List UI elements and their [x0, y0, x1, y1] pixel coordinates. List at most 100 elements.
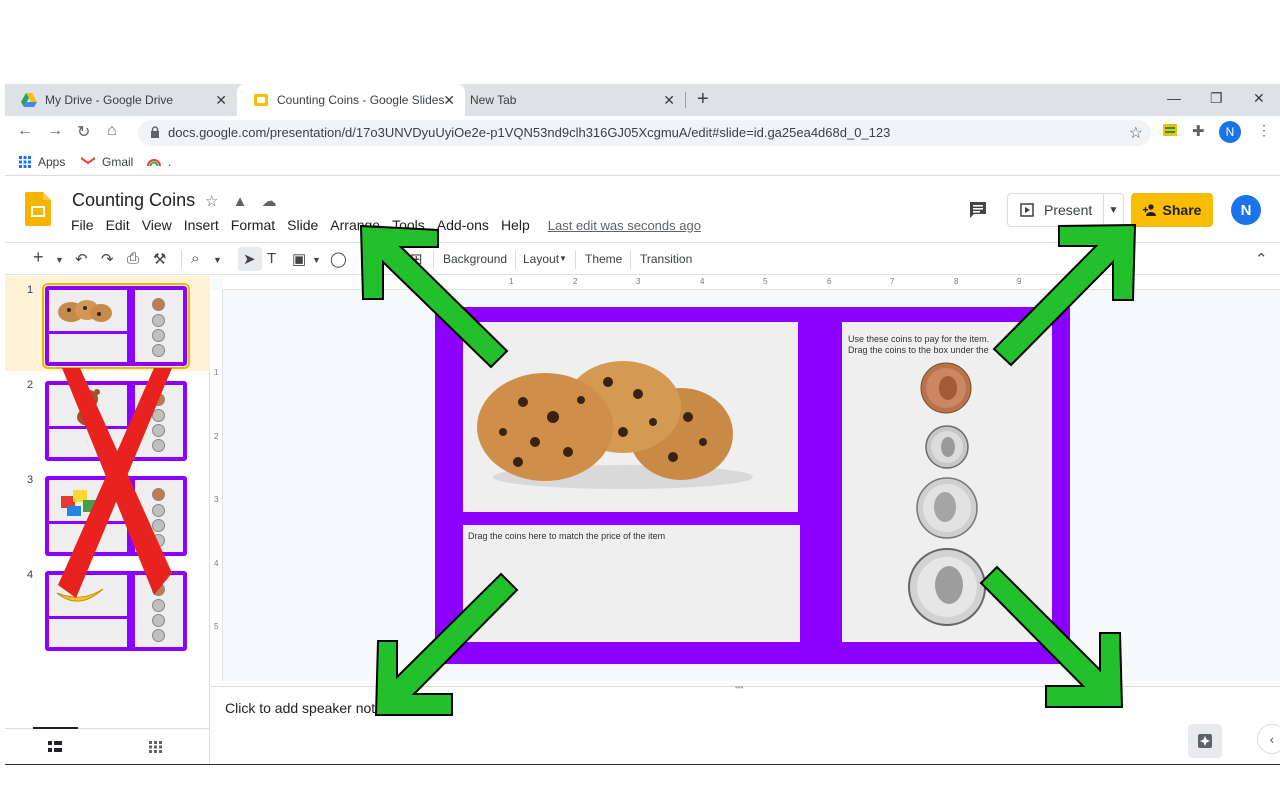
- zoom-icon[interactable]: ⌕: [191, 250, 199, 267]
- background-button[interactable]: Background: [443, 252, 507, 266]
- explore-button[interactable]: [1188, 724, 1222, 758]
- layout-button[interactable]: Layout: [523, 252, 559, 266]
- text-box-icon[interactable]: T: [267, 250, 276, 267]
- paint-format-icon[interactable]: ⚒: [153, 250, 166, 268]
- coin-nickel: [152, 329, 165, 342]
- bookmark-gmail[interactable]: Gmail: [81, 155, 133, 169]
- thumbnail-image-teddy-bear: [49, 385, 127, 426]
- back-icon[interactable]: ←: [17, 122, 33, 140]
- bookmark-star-icon[interactable]: ☆: [1129, 123, 1143, 143]
- cloud-saved-icon[interactable]: ☁: [262, 193, 277, 210]
- toolbar-separator: [433, 250, 434, 269]
- menu-dots-icon[interactable]: ⋮: [1257, 122, 1271, 139]
- menu-arrange[interactable]: Arrange: [330, 217, 380, 233]
- extension-icon[interactable]: [1162, 122, 1178, 138]
- coin-quarter: [152, 629, 165, 642]
- last-edit-link[interactable]: Last edit was seconds ago: [548, 218, 701, 233]
- chevron-down-icon[interactable]: ▼: [312, 255, 321, 265]
- collapse-toolbar-icon[interactable]: ⌃: [1255, 250, 1268, 268]
- bookmark-label: .: [168, 155, 172, 169]
- resize-handle-icon[interactable]: •••: [735, 683, 743, 692]
- image-icon[interactable]: ▣: [292, 250, 306, 268]
- dime-coin[interactable]: [925, 425, 969, 469]
- chevron-down-icon[interactable]: ▼: [559, 254, 567, 263]
- slide-thumbnail-1[interactable]: [42, 283, 190, 369]
- present-main[interactable]: Present: [1008, 194, 1104, 226]
- menu-tools[interactable]: Tools: [392, 217, 425, 233]
- ruler-tick: 5: [763, 277, 768, 286]
- current-slide[interactable]: Drag the coins here to match the price o…: [435, 307, 1070, 664]
- close-tab-icon[interactable]: ✕: [215, 92, 227, 109]
- tab-separator: [685, 92, 686, 108]
- tab-new-tab[interactable]: New Tab ✕: [465, 84, 685, 116]
- move-to-folder-icon[interactable]: ▲: [233, 193, 248, 210]
- menu-view[interactable]: View: [142, 217, 172, 233]
- chevron-down-icon[interactable]: ▼: [213, 255, 222, 265]
- tab-counting-coins[interactable]: Counting Coins - Google Slides ✕: [237, 84, 465, 116]
- url-input[interactable]: docs.google.com/presentation/d/17o3UNVDy…: [138, 120, 1151, 146]
- new-tab-icon[interactable]: +: [697, 88, 709, 111]
- print-icon[interactable]: ⎙: [127, 250, 139, 267]
- menu-edit[interactable]: Edit: [106, 217, 130, 233]
- filmstrip-view-icon[interactable]: [48, 741, 62, 753]
- ruler-tick: 1: [509, 277, 514, 286]
- gmail-icon: [81, 156, 95, 168]
- tab-title: Counting Coins - Google Slides: [277, 93, 445, 107]
- menu-addons[interactable]: Add-ons: [437, 217, 489, 233]
- speaker-notes[interactable]: ••• Click to add speaker notes ‹: [211, 683, 1280, 764]
- thumbnail-drop-zone: [49, 524, 127, 552]
- penny-coin[interactable]: [920, 362, 972, 414]
- theme-button[interactable]: Theme: [585, 252, 622, 266]
- coin-dime: [152, 314, 165, 327]
- insert-comment-icon[interactable]: ⊞: [410, 250, 423, 268]
- close-tab-icon[interactable]: ✕: [663, 92, 675, 109]
- minimize-icon[interactable]: —: [1167, 90, 1181, 106]
- ruler-tick: 5: [214, 622, 219, 631]
- bookmark-rainbow[interactable]: .: [147, 155, 171, 169]
- side-panel-toggle[interactable]: ‹: [1257, 724, 1280, 754]
- new-slide-icon[interactable]: +: [33, 247, 44, 268]
- grid-view-icon[interactable]: [149, 741, 162, 753]
- select-cursor-icon[interactable]: ➤: [243, 250, 256, 268]
- restore-icon[interactable]: ❐: [1210, 90, 1223, 107]
- menu-help[interactable]: Help: [501, 217, 530, 233]
- close-tab-icon[interactable]: ✕: [443, 92, 455, 109]
- menu-insert[interactable]: Insert: [184, 217, 219, 233]
- comment-history-icon[interactable]: [968, 200, 988, 220]
- menu-file[interactable]: File: [71, 217, 94, 233]
- present-button[interactable]: Present ▼: [1007, 193, 1124, 227]
- coin-drop-zone[interactable]: Drag the coins here to match the price o…: [463, 525, 800, 642]
- share-button[interactable]: Share: [1131, 193, 1213, 227]
- thumbnail-image-lego-blocks: [49, 480, 127, 521]
- star-icon[interactable]: ☆: [205, 193, 218, 210]
- slide-thumbnail-4[interactable]: [45, 571, 187, 651]
- menu-format[interactable]: Format: [231, 217, 275, 233]
- tab-my-drive[interactable]: My Drive - Google Drive ✕: [5, 84, 237, 116]
- transition-button[interactable]: Transition: [640, 252, 692, 266]
- coin-quarter: [152, 439, 165, 452]
- shape-icon[interactable]: ◯: [330, 250, 347, 268]
- document-title[interactable]: Counting Coins: [72, 190, 195, 211]
- forward-icon[interactable]: →: [47, 122, 63, 140]
- close-window-icon[interactable]: ✕: [1253, 90, 1265, 107]
- title-actions: ☆ ▲ ☁: [205, 192, 277, 210]
- home-icon[interactable]: ⌂: [107, 122, 117, 140]
- bookmark-apps[interactable]: Apps: [19, 155, 65, 169]
- account-avatar[interactable]: N: [1231, 195, 1261, 225]
- google-slides-logo[interactable]: [25, 192, 51, 226]
- redo-icon[interactable]: ↷: [101, 250, 114, 268]
- slide-thumbnail-2[interactable]: [45, 381, 187, 461]
- nickel-coin[interactable]: [916, 477, 978, 539]
- undo-icon[interactable]: ↶: [75, 250, 88, 268]
- item-image-box[interactable]: [463, 322, 798, 512]
- puzzle-extensions-icon[interactable]: ✚: [1192, 122, 1205, 140]
- slide-number: 4: [27, 569, 34, 581]
- chevron-down-icon[interactable]: ▼: [55, 255, 64, 265]
- chevron-down-icon[interactable]: ▼: [1104, 205, 1123, 216]
- chevron-left-icon: ‹: [1269, 731, 1275, 747]
- reload-icon[interactable]: ↻: [77, 122, 90, 142]
- slide-thumbnail-3[interactable]: [45, 476, 187, 556]
- quarter-coin[interactable]: [907, 547, 987, 627]
- menu-slide[interactable]: Slide: [287, 217, 318, 233]
- profile-avatar[interactable]: N: [1219, 121, 1241, 143]
